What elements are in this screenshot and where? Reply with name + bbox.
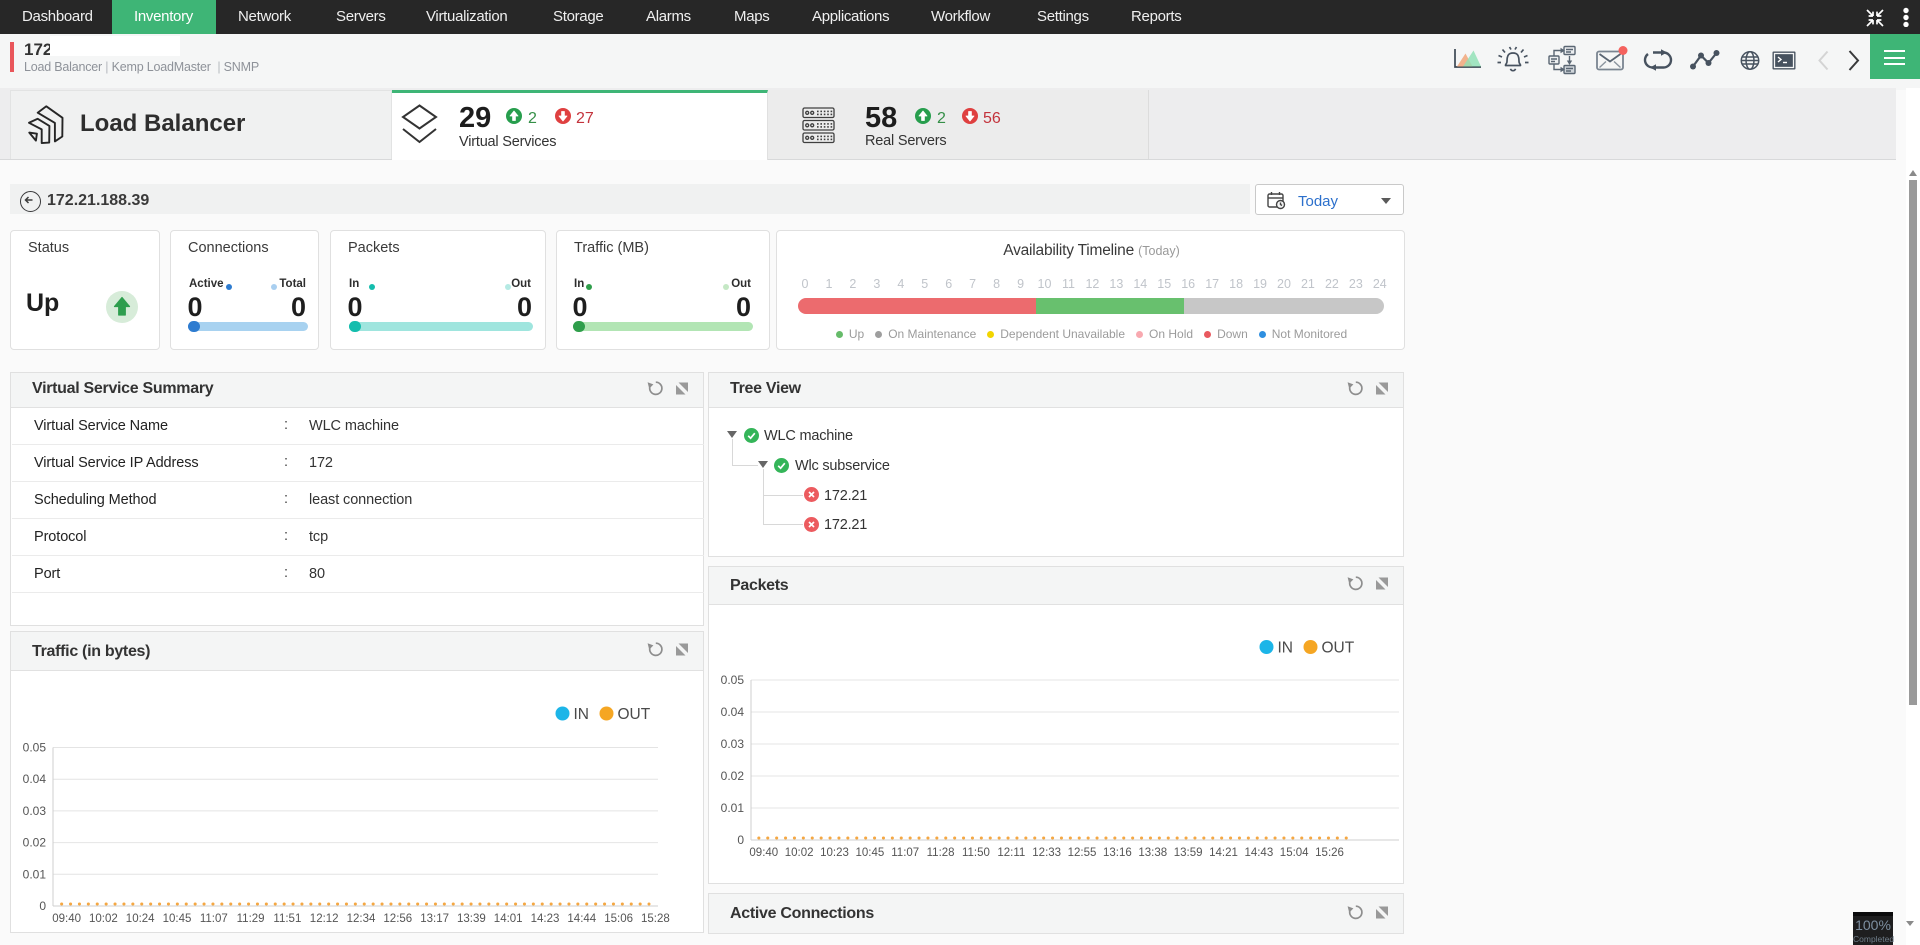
svg-text:0.04: 0.04 bbox=[23, 772, 47, 786]
svg-text:10:45: 10:45 bbox=[163, 913, 192, 925]
svg-text:13:17: 13:17 bbox=[420, 913, 449, 925]
svg-text:13:39: 13:39 bbox=[457, 913, 486, 925]
svg-text:12:33: 12:33 bbox=[1032, 847, 1061, 859]
svg-text:11:07: 11:07 bbox=[200, 913, 228, 925]
svg-text:11:07: 11:07 bbox=[891, 847, 919, 859]
svg-text:14:23: 14:23 bbox=[531, 913, 560, 925]
svg-text:12:56: 12:56 bbox=[383, 913, 412, 925]
svg-text:11:50: 11:50 bbox=[962, 847, 990, 859]
svg-text:12:34: 12:34 bbox=[347, 913, 376, 925]
svg-text:14:01: 14:01 bbox=[494, 913, 523, 925]
svg-text:09:40: 09:40 bbox=[52, 913, 81, 925]
svg-text:0: 0 bbox=[39, 899, 46, 913]
svg-text:15:04: 15:04 bbox=[1280, 847, 1309, 859]
svg-text:13:38: 13:38 bbox=[1138, 847, 1167, 859]
svg-text:0: 0 bbox=[737, 833, 744, 847]
svg-text:0.03: 0.03 bbox=[721, 737, 745, 751]
svg-text:12:11: 12:11 bbox=[997, 847, 1025, 859]
svg-text:09:40: 09:40 bbox=[749, 847, 778, 859]
svg-text:10:02: 10:02 bbox=[785, 847, 814, 859]
svg-text:0.05: 0.05 bbox=[23, 741, 47, 755]
svg-text:IN: IN bbox=[1278, 640, 1294, 657]
svg-text:0.04: 0.04 bbox=[721, 705, 745, 719]
svg-text:0.05: 0.05 bbox=[721, 673, 745, 687]
svg-text:0.02: 0.02 bbox=[721, 769, 745, 783]
svg-text:10:02: 10:02 bbox=[89, 913, 118, 925]
svg-text:10:23: 10:23 bbox=[820, 847, 849, 859]
svg-text:0.02: 0.02 bbox=[23, 836, 47, 850]
svg-text:0.01: 0.01 bbox=[721, 801, 745, 815]
svg-text:12:55: 12:55 bbox=[1068, 847, 1097, 859]
svg-text:0.03: 0.03 bbox=[23, 804, 47, 818]
svg-text:OUT: OUT bbox=[618, 706, 651, 723]
svg-text:11:29: 11:29 bbox=[237, 913, 265, 925]
svg-text:13:16: 13:16 bbox=[1103, 847, 1132, 859]
svg-text:14:21: 14:21 bbox=[1209, 847, 1238, 859]
svg-text:15:26: 15:26 bbox=[1315, 847, 1344, 859]
svg-text:14:44: 14:44 bbox=[567, 913, 596, 925]
svg-text:15:28: 15:28 bbox=[641, 913, 670, 925]
svg-text:IN: IN bbox=[574, 706, 590, 723]
svg-text:12:12: 12:12 bbox=[310, 913, 339, 925]
svg-text:OUT: OUT bbox=[1322, 640, 1355, 657]
svg-text:11:28: 11:28 bbox=[927, 847, 955, 859]
svg-text:0.01: 0.01 bbox=[23, 867, 47, 881]
svg-text:11:51: 11:51 bbox=[273, 913, 301, 925]
svg-text:13:59: 13:59 bbox=[1174, 847, 1203, 859]
svg-text:14:43: 14:43 bbox=[1244, 847, 1273, 859]
svg-text:15:06: 15:06 bbox=[604, 913, 633, 925]
svg-text:10:45: 10:45 bbox=[855, 847, 884, 859]
svg-text:10:24: 10:24 bbox=[126, 913, 155, 925]
